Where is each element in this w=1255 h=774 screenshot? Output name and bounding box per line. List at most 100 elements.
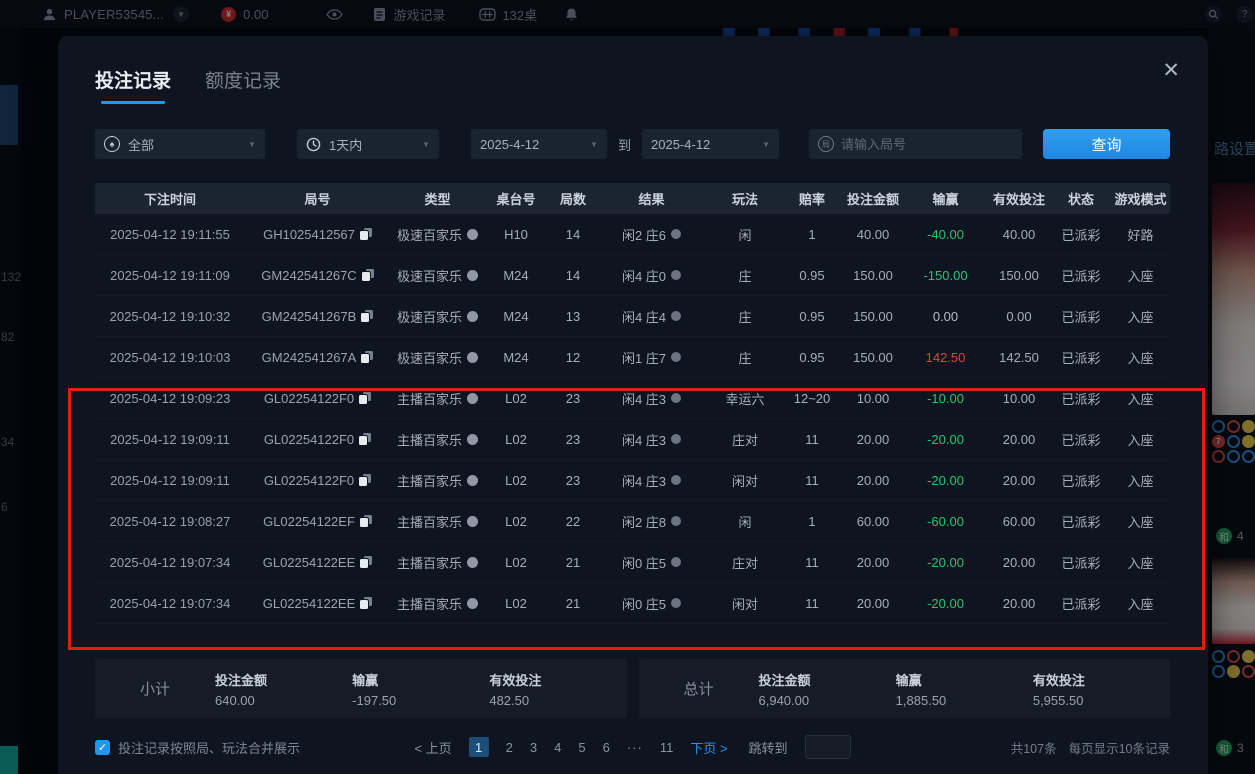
copy-icon[interactable] <box>360 556 372 568</box>
query-button[interactable]: 查询 <box>1043 129 1170 159</box>
subtotal-winloss: 输赢 -197.50 <box>352 670 489 708</box>
info-disc-icon[interactable] <box>467 229 478 240</box>
win-loss: -60.00 <box>908 514 983 529</box>
valid-bet: 20.00 <box>983 432 1055 447</box>
result-detail-icon[interactable] <box>671 229 681 239</box>
table-row[interactable]: 2025-04-12 19:08:27 GL02254122EF 主播百家乐 L… <box>95 501 1170 542</box>
copy-icon[interactable] <box>359 433 371 445</box>
result-detail-icon[interactable] <box>671 516 681 526</box>
table-header-cell: 状态 <box>1055 189 1107 208</box>
valid-bet: 20.00 <box>983 555 1055 570</box>
table-header-cell: 玩法 <box>704 189 786 208</box>
copy-icon[interactable] <box>359 392 371 404</box>
date-range-select[interactable]: 1天内 ▼ <box>297 129 439 159</box>
table-header: 下注时间局号类型桌台号局数结果玩法赔率投注金额输赢有效投注状态游戏模式 <box>95 183 1170 214</box>
result-detail-icon[interactable] <box>671 475 681 485</box>
page-button[interactable]: 3 <box>530 740 537 755</box>
copy-icon[interactable] <box>360 228 372 240</box>
table-row[interactable]: 2025-04-12 19:10:03 GM242541267A 极速百家乐 M… <box>95 337 1170 378</box>
table-row[interactable]: 2025-04-12 19:07:34 GL02254122EE 主播百家乐 L… <box>95 542 1170 583</box>
round-id: GL02254122F0 <box>264 391 354 406</box>
info-disc-icon[interactable] <box>467 311 478 322</box>
win-loss: -150.00 <box>908 268 983 283</box>
table-header-cell: 下注时间 <box>95 189 245 208</box>
to-label: 到 <box>618 135 631 154</box>
result-detail-icon[interactable] <box>671 393 681 403</box>
result-detail-icon[interactable] <box>671 434 681 444</box>
summary-bar: 小计 投注金额 640.00 输赢 -197.50 有效投注 482.50 总计… <box>95 659 1170 718</box>
table-id: L02 <box>485 514 547 529</box>
info-disc-icon[interactable] <box>467 352 478 363</box>
result: 闲4 庄3 <box>622 389 666 408</box>
status: 已派彩 <box>1055 348 1107 367</box>
result-detail-icon[interactable] <box>671 270 681 280</box>
range-value: 1天内 <box>329 135 362 154</box>
game-type: 极速百家乐 <box>397 307 462 326</box>
valid-bet: 150.00 <box>983 268 1055 283</box>
result-detail-icon[interactable] <box>671 352 681 362</box>
odds: 1 <box>786 227 838 242</box>
info-disc-icon[interactable] <box>467 434 478 445</box>
table-row[interactable]: 2025-04-12 19:10:32 GM242541267B 极速百家乐 M… <box>95 296 1170 337</box>
close-icon[interactable]: ✕ <box>1162 60 1180 81</box>
table-row[interactable]: 2025-04-12 19:09:11 GL02254122F0 主播百家乐 L… <box>95 419 1170 460</box>
date-from-value: 2025-4-12 <box>480 137 539 152</box>
page-button[interactable]: 1 <box>469 737 489 757</box>
round-id: GL02254122EF <box>263 514 355 529</box>
page-button[interactable]: 4 <box>554 740 561 755</box>
page-button[interactable]: 5 <box>578 740 585 755</box>
table-body: 2025-04-12 19:11:55 GH1025412567 极速百家乐 H… <box>95 214 1170 624</box>
merge-checkbox[interactable]: ✓ <box>95 740 110 755</box>
result-detail-icon[interactable] <box>671 311 681 321</box>
valid-bet: 142.50 <box>983 350 1055 365</box>
info-disc-icon[interactable] <box>467 557 478 568</box>
total-panel: 总计 投注金额 6,940.00 输赢 1,885.50 有效投注 5,955.… <box>639 659 1171 718</box>
bet-amount: 10.00 <box>838 391 908 406</box>
table-id: L02 <box>485 473 547 488</box>
table-row[interactable]: 2025-04-12 19:07:34 GL02254122EE 主播百家乐 L… <box>95 583 1170 624</box>
info-disc-icon[interactable] <box>467 475 478 486</box>
copy-icon[interactable] <box>359 474 371 486</box>
round-input[interactable] <box>841 137 1001 152</box>
shoe-number: 21 <box>547 596 599 611</box>
copy-icon[interactable] <box>361 351 373 363</box>
table-row[interactable]: 2025-04-12 19:09:11 GL02254122F0 主播百家乐 L… <box>95 460 1170 501</box>
table-header-cell: 局号 <box>245 189 390 208</box>
next-page-button[interactable]: 下页 > <box>690 738 727 757</box>
clock-icon <box>306 137 321 152</box>
prev-page-button[interactable]: < 上页 <box>414 738 451 757</box>
status: 已派彩 <box>1055 389 1107 408</box>
category-select[interactable]: ♠ 全部 ▼ <box>95 129 265 159</box>
copy-icon[interactable] <box>360 597 372 609</box>
copy-icon[interactable] <box>360 515 372 527</box>
table-header-cell: 结果 <box>599 189 704 208</box>
game-mode: 入座 <box>1107 348 1174 367</box>
bet-time: 2025-04-12 19:11:09 <box>95 268 245 283</box>
date-to-picker[interactable]: 2025-4-12 ▼ <box>642 129 779 159</box>
copy-icon[interactable] <box>361 310 373 322</box>
info-disc-icon[interactable] <box>467 598 478 609</box>
page-button[interactable]: 11 <box>660 740 674 755</box>
subtotal-panel: 小计 投注金额 640.00 输赢 -197.50 有效投注 482.50 <box>95 659 627 718</box>
table-row[interactable]: 2025-04-12 19:11:09 GM242541267C 极速百家乐 M… <box>95 255 1170 296</box>
page-button[interactable]: 2 <box>506 740 513 755</box>
tab-quota-records[interactable]: 额度记录 <box>205 66 281 104</box>
info-disc-icon[interactable] <box>467 270 478 281</box>
tab-bet-records[interactable]: 投注记录 <box>95 66 171 104</box>
result-detail-icon[interactable] <box>671 557 681 567</box>
page-button[interactable]: ··· <box>627 740 643 755</box>
play-type: 庄 <box>704 307 786 326</box>
win-loss: 0.00 <box>908 309 983 324</box>
jump-page-input[interactable] <box>805 735 851 759</box>
modal-tabs: 投注记录 额度记录 <box>95 36 1170 104</box>
bet-time: 2025-04-12 19:10:32 <box>95 309 245 324</box>
result-detail-icon[interactable] <box>671 598 681 608</box>
date-from-picker[interactable]: 2025-4-12 ▼ <box>471 129 607 159</box>
shoe-number: 23 <box>547 432 599 447</box>
info-disc-icon[interactable] <box>467 516 478 527</box>
table-row[interactable]: 2025-04-12 19:09:23 GL02254122F0 主播百家乐 L… <box>95 378 1170 419</box>
info-disc-icon[interactable] <box>467 393 478 404</box>
page-button[interactable]: 6 <box>603 740 610 755</box>
table-row[interactable]: 2025-04-12 19:11:55 GH1025412567 极速百家乐 H… <box>95 214 1170 255</box>
copy-icon[interactable] <box>362 269 374 281</box>
